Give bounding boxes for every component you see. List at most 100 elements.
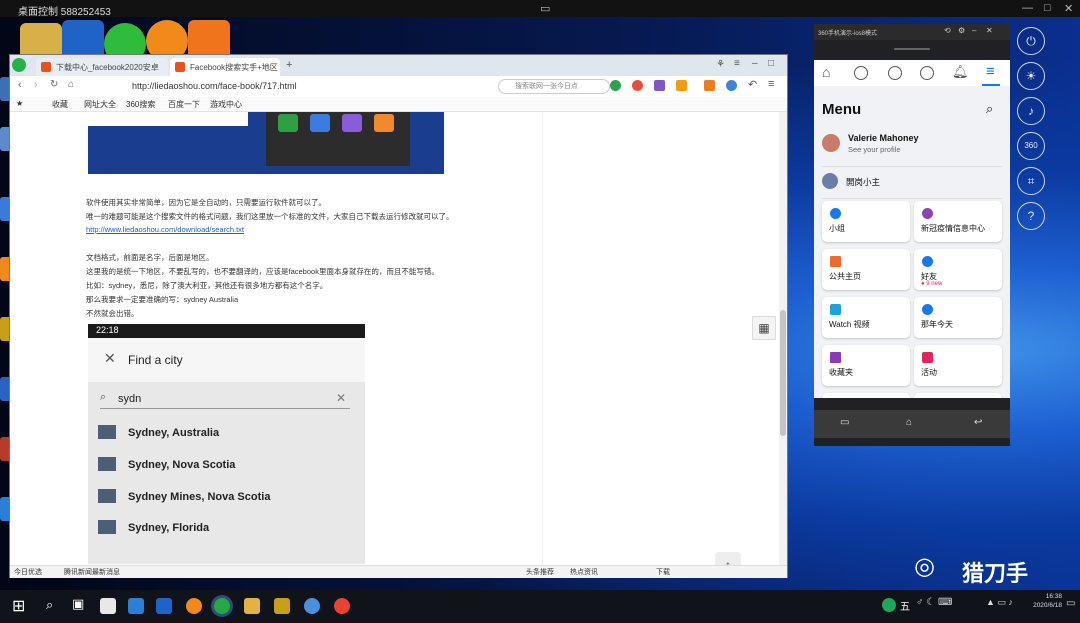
- task-view-icon[interactable]: ▣: [72, 596, 84, 612]
- taskbar-app-icon-2[interactable]: [156, 598, 172, 614]
- bookmark-item[interactable]: 收藏: [52, 99, 68, 110]
- status-news[interactable]: 腾讯新闻最新消息: [64, 567, 120, 577]
- back-icon[interactable]: ↩: [974, 417, 982, 428]
- bookmark-item[interactable]: 游戏中心: [210, 99, 242, 110]
- chrome-icon[interactable]: [304, 598, 320, 614]
- volume-icon[interactable]: ♪: [1017, 97, 1045, 125]
- browser-360-icon[interactable]: [214, 598, 230, 614]
- phone-frame: [266, 112, 410, 166]
- groups-icon[interactable]: [888, 66, 902, 80]
- rotate-360-icon[interactable]: 360: [1017, 132, 1045, 160]
- taskbar-app-icon[interactable]: [100, 598, 116, 614]
- tile-saved[interactable]: 收藏夹: [822, 345, 910, 386]
- qrcode-icon[interactable]: ▦: [752, 316, 776, 340]
- tile-watch[interactable]: Watch 视频: [822, 297, 910, 338]
- file-explorer-icon[interactable]: [244, 598, 260, 614]
- notifications-icon[interactable]: 🔔︎: [952, 64, 969, 80]
- close-icon[interactable]: ✕: [1064, 2, 1073, 15]
- phone-speaker: [894, 48, 930, 50]
- url-input[interactable]: http://liedaoshou.com/face-book/717.html: [110, 79, 490, 93]
- forward-icon[interactable]: ›: [34, 79, 38, 91]
- edge-icon[interactable]: [128, 598, 144, 614]
- minimize-icon[interactable]: –: [752, 58, 758, 69]
- back-to-top-icon[interactable]: ↑: [715, 552, 741, 565]
- tile-label: Watch 视频: [829, 320, 870, 329]
- tile-covid-center[interactable]: 新冠疫情信息中心: [914, 201, 1002, 242]
- system-clock[interactable]: 16:38 2020/6/18: [1033, 592, 1062, 610]
- undo-icon[interactable]: ↶: [748, 78, 757, 91]
- menu-icon[interactable]: ≡: [986, 63, 995, 80]
- tile-partial-2[interactable]: [914, 393, 1002, 398]
- profile-icon[interactable]: [920, 66, 934, 80]
- maximize-icon[interactable]: □: [1044, 2, 1051, 14]
- tile-groups[interactable]: 小组: [822, 201, 910, 242]
- firefox-icon[interactable]: [186, 598, 202, 614]
- extension-icon-3[interactable]: [654, 80, 665, 91]
- bookmark-item[interactable]: 360搜索: [126, 99, 155, 110]
- refresh-icon[interactable]: ↻: [50, 79, 58, 90]
- tile-memories[interactable]: 那年今天: [914, 297, 1002, 338]
- maximize-icon[interactable]: □: [768, 58, 774, 69]
- brightness-icon[interactable]: ☀: [1017, 62, 1045, 90]
- status-headline[interactable]: 头条推荐: [526, 567, 554, 577]
- status-download[interactable]: 下载: [656, 567, 670, 577]
- extension-icon-4[interactable]: [676, 80, 687, 91]
- tile-events[interactable]: 活动: [914, 345, 1002, 386]
- watermark-text: 猎刀手: [962, 561, 1029, 586]
- extension-icon-2[interactable]: [632, 80, 643, 91]
- back-icon[interactable]: ‹: [18, 79, 22, 91]
- article-paragraph: 唯一的难题可能是这个搜索文件的格式问题，我们这里放一个标准的文件，大家自己下载去…: [86, 212, 454, 221]
- friends-icon[interactable]: [854, 66, 868, 80]
- bookmark-item[interactable]: 网址大全: [84, 99, 116, 110]
- restore-icon[interactable]: ▭: [540, 2, 550, 15]
- minimize-icon[interactable]: –: [972, 26, 976, 35]
- power-icon[interactable]: ⏻: [1017, 27, 1045, 55]
- taskbar-app-icon-4[interactable]: [334, 598, 350, 614]
- shirt-icon[interactable]: ⚘: [716, 59, 725, 70]
- input-method-indicator[interactable]: 五: [900, 598, 910, 613]
- status-today-picks[interactable]: 今日优选: [14, 567, 42, 577]
- more-icon[interactable]: ≡: [768, 78, 774, 90]
- tab-download-center[interactable]: 下载中心_facebook2020安卓: [36, 58, 168, 76]
- minimize-icon[interactable]: —: [1022, 2, 1033, 14]
- page-row[interactable]: 開岗小主: [822, 171, 1002, 193]
- ime-logo-icon[interactable]: [882, 598, 896, 612]
- tile-friends[interactable]: 好友 ● 9 new: [914, 249, 1002, 290]
- bookmarks-icon[interactable]: ★: [16, 99, 23, 108]
- tile-pages[interactable]: 公共主页: [822, 249, 910, 290]
- home-icon[interactable]: ⌂: [906, 417, 912, 428]
- tray-icons[interactable]: ♂ ☾ ⌨: [916, 597, 952, 608]
- contacts-app-icon: [310, 114, 330, 132]
- rotate-icon[interactable]: ⟲: [944, 26, 951, 35]
- system-tray-icon[interactable]: ▲ ▭ ♪: [986, 597, 1013, 608]
- menu-icon[interactable]: ≡: [734, 58, 740, 69]
- home-icon[interactable]: ⌂: [822, 64, 830, 80]
- scrollbar-thumb[interactable]: [780, 310, 786, 436]
- search-icon[interactable]: ⌕: [46, 597, 53, 613]
- crop-icon[interactable]: ⌗: [1017, 167, 1045, 195]
- recents-icon[interactable]: ▭: [840, 417, 849, 428]
- new-tab-icon[interactable]: +: [286, 59, 292, 71]
- tile-partial[interactable]: [822, 393, 910, 398]
- search-input[interactable]: 搜索联网一张今日点: [498, 79, 610, 94]
- close-icon[interactable]: ✕: [986, 26, 993, 35]
- translate-icon[interactable]: [726, 80, 737, 91]
- flag-icon: [830, 256, 841, 267]
- game-icon[interactable]: [704, 80, 715, 91]
- page-scrollbar[interactable]: [779, 112, 787, 565]
- extension-icon[interactable]: [610, 80, 621, 91]
- settings-icon[interactable]: ⚙: [958, 26, 965, 35]
- home-icon[interactable]: ⌂: [68, 79, 74, 90]
- download-link[interactable]: http://www.liedaoshou.com/download/searc…: [86, 225, 244, 234]
- start-icon[interactable]: ⊞: [12, 596, 25, 616]
- article-paragraph: 软件使用其实非常简单，因为它是全自动的，只需要运行软件就可以了。: [86, 198, 326, 207]
- search-icon[interactable]: ⌕: [986, 101, 993, 117]
- taskbar-app-icon-3[interactable]: [274, 598, 290, 614]
- tab-facebook-search[interactable]: Facebook搜索实手+地区 前...: [170, 58, 280, 76]
- profile-row[interactable]: Valerie Mahoney See your profile: [822, 132, 1002, 160]
- status-hot[interactable]: 热点资讯: [570, 567, 598, 577]
- help-icon[interactable]: ?: [1017, 202, 1045, 230]
- notification-center-icon[interactable]: ▭: [1066, 598, 1075, 609]
- tile-label: 新冠疫情信息中心: [921, 224, 985, 233]
- bookmark-item[interactable]: 百度一下: [168, 99, 200, 110]
